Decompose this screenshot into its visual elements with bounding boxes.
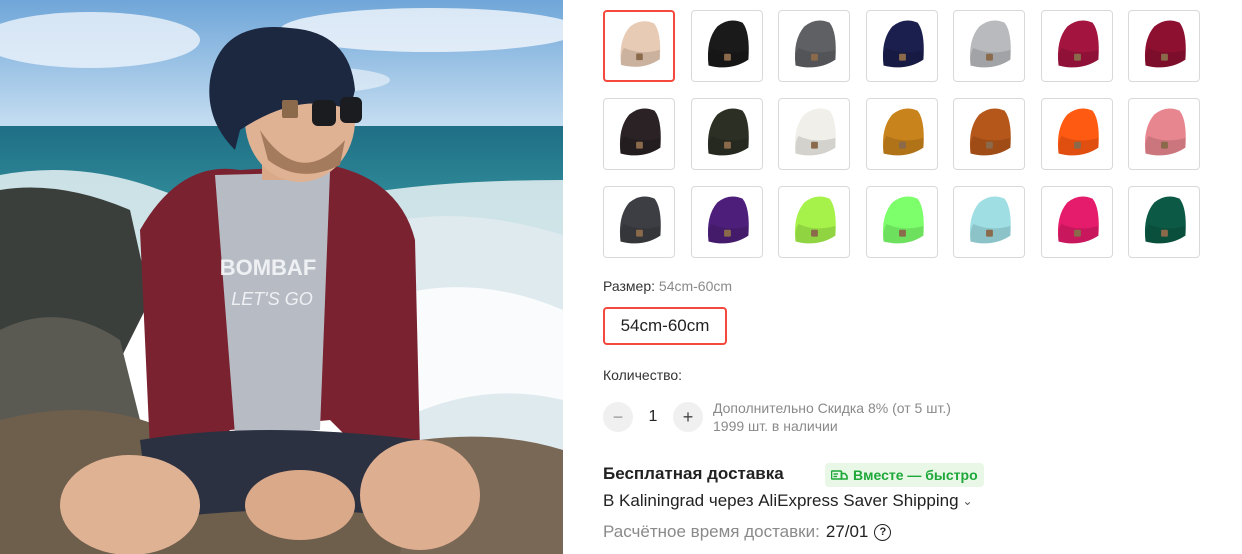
color-swatch-orange[interactable] [1040,98,1113,170]
color-swatch-wine[interactable] [1040,10,1113,82]
color-swatch-emerald[interactable] [1128,186,1200,258]
color-swatch-beige[interactable] [603,10,675,82]
product-photo-scene: BOMBAF LET'S GO [0,0,563,554]
color-swatch-pink[interactable] [1128,98,1200,170]
color-swatch-rose[interactable] [1040,186,1113,258]
quantity-stock-text: 1999 шт. в наличии [713,418,838,434]
quantity-label: Количество: [603,367,683,383]
quantity-increase-button[interactable]: + [673,402,703,432]
color-swatch-purple[interactable] [690,186,763,258]
color-swatch-lime[interactable] [778,186,850,258]
beanie-image [794,108,836,156]
truck-icon [831,469,848,480]
beanie-image [707,196,749,244]
beanie-image [619,196,661,244]
shipping-route-text: В Kaliningrad через AliExpress Saver Shi… [603,491,959,510]
beanie-image [969,20,1011,68]
shipping-eta-date: 27/01 [825,522,869,541]
product-options-panel: Размер: 54cm-60cm 54cm-60cm Количество: … [603,0,1223,554]
beanie-image [707,108,749,156]
color-swatch-caramel[interactable] [953,98,1025,170]
shipping-title: Бесплатная доставка [603,464,784,483]
beanie-image [794,196,836,244]
beanie-image [1144,196,1186,244]
color-swatch-army-green[interactable] [690,98,763,170]
color-swatch-dark-brown[interactable] [603,98,675,170]
beanie-image [882,108,924,156]
quantity-value[interactable]: 1 [633,408,673,426]
color-swatch-neon-green[interactable] [865,186,938,258]
beanie-image [1144,20,1186,68]
beanie-image [620,21,661,67]
shipping-eta: Расчётное время доставки: 27/01 ? [603,522,892,542]
beanie-image [969,108,1011,156]
product-photo[interactable]: BOMBAF LET'S GO [0,0,563,554]
beanie-image [882,196,924,244]
color-swatch-sky-blue[interactable] [953,186,1025,258]
size-label: Размер: 54cm-60cm [603,278,732,294]
color-swatch-dark-gray[interactable] [778,10,850,82]
beanie-image [882,20,924,68]
shipping-badge-text: Вместе — быстро [853,467,978,483]
beanie-image [1057,20,1099,68]
color-swatch-light-gray[interactable] [953,10,1025,82]
help-icon[interactable]: ? [874,523,892,541]
shirt-print-line-2: LET'S GO [231,289,312,309]
beanie-image [707,20,749,68]
color-swatch-charcoal[interactable] [603,186,675,258]
quantity-stepper: − 1 + Дополнительно Скидка 8% (от 5 шт.)… [603,399,951,435]
quantity-discount-text: Дополнительно Скидка 8% (от 5 шт.) [713,400,951,416]
beanie-image [619,108,661,156]
shirt-print-line-1: BOMBAF [220,255,317,280]
beanie-image [794,20,836,68]
color-swatch-burgundy[interactable] [1128,10,1200,82]
beanie-image [1057,108,1099,156]
size-selected-value: 54cm-60cm [658,278,733,294]
color-swatch-mustard[interactable] [865,98,938,170]
quantity-decrease-button[interactable]: − [603,402,633,432]
quantity-info: Дополнительно Скидка 8% (от 5 шт.) 1999 … [713,399,951,435]
shipping-badge: Вместе — быстро [825,463,984,487]
size-label-text: Размер: [603,278,656,294]
color-swatch-navy[interactable] [865,10,938,82]
chevron-down-icon: ⌄ [962,494,973,508]
shipping-route-selector[interactable]: В Kaliningrad через AliExpress Saver Shi… [603,491,973,511]
color-swatch-white[interactable] [778,98,850,170]
color-swatch-grid [603,10,1200,258]
color-swatch-black[interactable] [690,10,763,82]
size-option-button[interactable]: 54cm-60cm [603,307,727,345]
beanie-image [969,196,1011,244]
beanie-image [1144,108,1186,156]
beanie-image [1057,196,1099,244]
shipping-eta-label: Расчётное время доставки: [603,522,820,541]
